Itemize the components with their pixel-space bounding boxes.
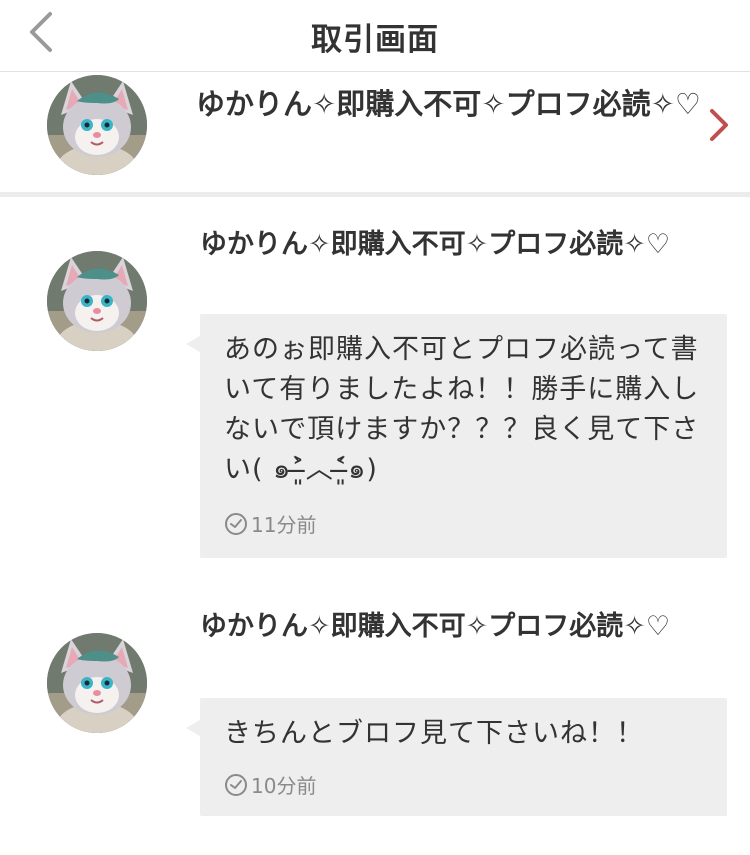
message-timestamp: 10分前 xyxy=(200,770,316,799)
message-time: 11分前 xyxy=(251,513,317,537)
page-title: 取引画面 xyxy=(311,22,439,58)
seller-name: ゆかりん✧即購入不可✧プロフ必読✧♡ xyxy=(196,87,701,121)
clock-check-icon xyxy=(225,512,247,535)
message-bubble: あのぉ即購入不可とプロフ必読って書いて有りましたよね！！勝手に購入しないで頂けま… xyxy=(186,314,727,558)
clock-check-icon xyxy=(225,773,247,796)
seller-profile-row[interactable]: ゆかりん✧即購入不可✧プロフ必読✧♡ xyxy=(0,73,750,197)
sender-name: ゆかりん✧即購入不可✧プロフ必読✧♡ xyxy=(200,611,671,642)
chevron-right-icon[interactable] xyxy=(706,107,732,143)
message-text: きちんとブロフ見て下さいね！！ xyxy=(224,718,644,749)
sender-avatar[interactable] xyxy=(47,633,147,733)
seller-avatar[interactable] xyxy=(47,75,147,175)
message-text: あのぉ即購入不可とプロフ必読って書いて有りましたよね！！勝手に購入しないで頂けま… xyxy=(224,334,700,485)
header: 取引画面 xyxy=(0,0,750,72)
cat-mascot-avatar xyxy=(47,633,147,733)
sender-name: ゆかりん✧即購入不可✧プロフ必読✧♡ xyxy=(200,229,671,260)
cat-mascot-avatar xyxy=(47,75,147,175)
message-timestamp: 11分前 xyxy=(200,509,316,538)
cat-mascot-avatar xyxy=(47,251,147,351)
message-bubble: きちんとブロフ見て下さいね！！ 10分前 xyxy=(186,698,727,816)
sender-avatar[interactable] xyxy=(47,251,147,351)
message-time: 10分前 xyxy=(251,774,317,798)
